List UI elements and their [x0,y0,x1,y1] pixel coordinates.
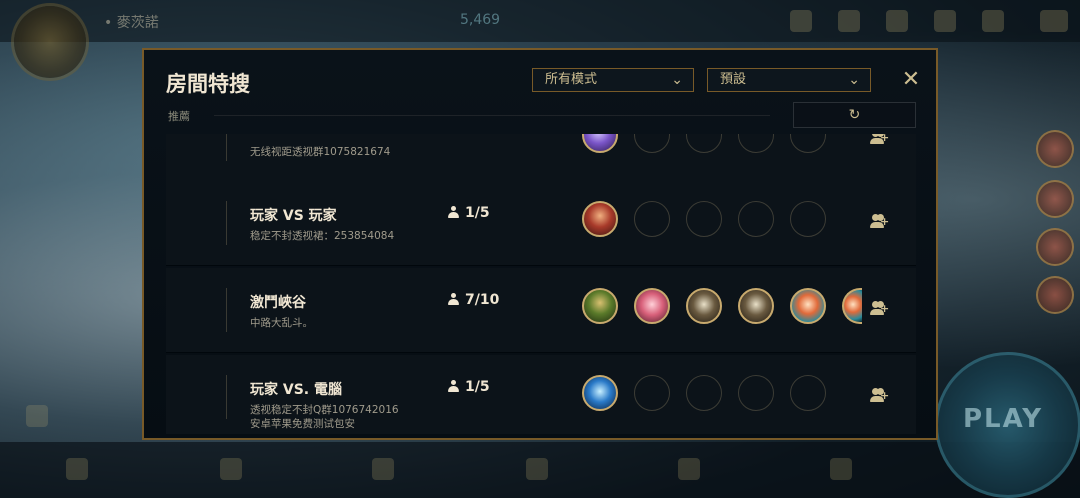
empty-player-slot [634,134,670,153]
empty-player-slot [634,201,670,237]
modal-title: 房間特搜 [166,72,250,96]
empty-player-slot [686,134,722,153]
person-icon [448,293,459,305]
player-count-text: 1/5 [465,205,490,221]
nav-icon[interactable] [372,458,394,480]
mode-dropdown[interactable]: 所有模式 ⌄ [532,68,694,92]
currency-amount: 5,469 [460,12,501,28]
refresh-button[interactable]: ↻ [793,102,916,128]
room-description: 中路大乱斗。 [250,317,313,329]
player-count: 7/10 [448,292,499,308]
room-row[interactable]: 无线视距透视群1075821674 + [166,134,916,182]
left-menu-icon[interactable] [26,405,48,427]
divider [214,115,770,116]
empty-player-slot [634,375,670,411]
room-description: 稳定不封透视裙：253854084 [250,230,395,242]
player-count: 1/5 [448,379,490,395]
room-description: 无线视距透视群1075821674 [250,146,391,158]
row-divider [226,134,227,161]
person-icon [448,206,459,218]
top-navigation-bar [0,0,1080,42]
room-description: 透视稳定不封Q群1076742016 安卓苹果免费测试包安 [250,404,399,430]
nav-icon[interactable] [678,458,700,480]
preset-dropdown-value: 預設 [720,72,747,87]
empty-player-slot [790,375,826,411]
row-divider [226,201,227,245]
player-count-text: 7/10 [465,292,500,308]
refresh-icon: ↻ [848,107,861,123]
room-row[interactable]: 玩家 VS. 電腦透视稳定不封Q群1076742016 安卓苹果免费测试包安 1/… [166,355,916,434]
nav-icon[interactable] [66,458,88,480]
preset-dropdown[interactable]: 預設 ⌄ [707,68,871,92]
room-search-modal: 房間特搜 所有模式 ⌄ 預設 ⌄ ✕ 推薦 ↻ 无线视距透视群107582167… [142,48,938,440]
empty-player-slot [686,375,722,411]
join-plus-icon: + [880,389,890,402]
room-list: 无线视距透视群1075821674 + 玩家 VS 玩家 稳定不封透视裙：253854… [166,134,916,434]
menu-icon[interactable] [1040,10,1068,32]
red-minion-avatar-icon [582,201,618,237]
empty-player-slot [738,134,774,153]
player-count: 1/5 [448,205,490,221]
play-label: PLAY [962,404,1044,434]
row-divider [226,375,227,419]
room-row[interactable]: 玩家 VS 玩家稳定不封透视裙：253854084 1/5 + [166,181,916,266]
join-plus-icon: + [880,134,890,144]
fox-avatar-icon [790,288,826,324]
player-count-text: 1/5 [465,379,490,395]
chevron-down-icon: ⌄ [848,72,860,88]
nav-icon[interactable] [830,458,852,480]
blue-spirit-avatar-icon [582,375,618,411]
nav-icon[interactable] [220,458,242,480]
person-icon [448,380,459,392]
grid-icon[interactable] [982,10,1004,32]
summoner-name: • 麥茨諾 [104,15,159,31]
empty-player-slot [738,375,774,411]
empty-player-slot [738,201,774,237]
knight-helm-avatar-icon [738,288,774,324]
fox-avatar-icon [842,288,862,324]
chest-icon[interactable] [838,10,860,32]
friend-avatar-icon[interactable] [1036,180,1074,218]
recommend-label: 推薦 [168,110,190,123]
row-divider [226,288,227,332]
purple-creature-avatar-icon [582,134,618,153]
join-plus-icon: + [880,215,890,228]
profile-avatar[interactable] [14,6,86,78]
empty-player-slot [790,134,826,153]
room-row[interactable]: 激鬥峽谷中路大乱斗。 7/10 + [166,268,916,353]
join-plus-icon: + [880,302,890,315]
chevron-down-icon: ⌄ [671,72,683,88]
empty-player-slot [790,201,826,237]
friend-avatar-icon[interactable] [1036,228,1074,266]
gift-icon[interactable] [934,10,956,32]
room-name: 玩家 VS. 電腦 [250,382,342,398]
nav-icon[interactable] [526,458,548,480]
empty-player-slot [686,201,722,237]
room-name: 激鬥峽谷 [250,295,306,311]
teemo-avatar-icon [582,288,618,324]
friend-avatar-icon[interactable] [1036,130,1074,168]
mode-dropdown-value: 所有模式 [545,72,598,87]
home-icon[interactable] [790,10,812,32]
knight-helm-avatar-icon [686,288,722,324]
friend-avatar-icon[interactable] [1036,276,1074,314]
poro-avatar-icon [634,288,670,324]
room-name: 玩家 VS 玩家 [250,208,337,224]
close-icon[interactable]: ✕ [898,67,924,93]
shop-icon[interactable] [886,10,908,32]
